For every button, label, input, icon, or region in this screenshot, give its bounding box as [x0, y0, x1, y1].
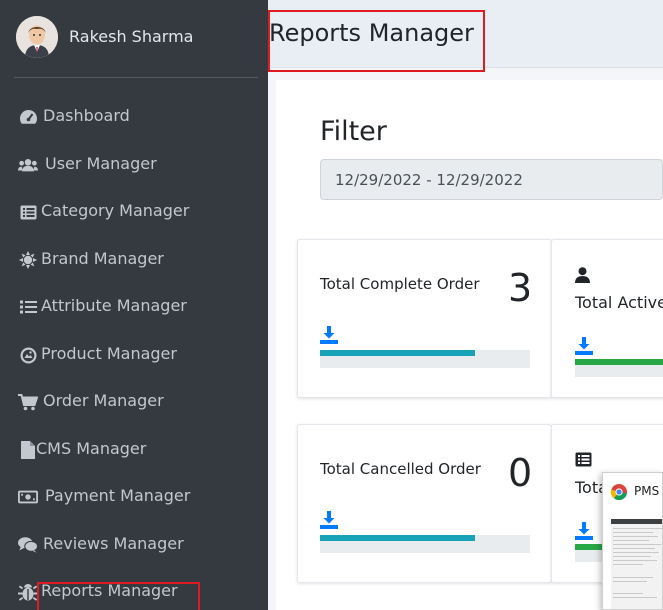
sidebar-item-label: CMS Manager	[36, 439, 147, 458]
download-icon[interactable]	[575, 522, 593, 544]
user-name[interactable]: Rakesh Sharma	[69, 27, 193, 46]
sidebar-item-brand-manager[interactable]: Brand Manager	[0, 240, 268, 280]
sidebar-item-dashboard[interactable]: Dashboard	[0, 97, 268, 137]
list-alt-icon	[575, 452, 592, 471]
stat-label: Total Cancelled Order	[320, 460, 481, 478]
download-icon[interactable]	[320, 511, 338, 533]
sidebar-item-attribute-manager[interactable]: Attribute Manager	[0, 287, 268, 327]
money-bill-icon	[18, 487, 38, 507]
stat-value: 3	[508, 266, 533, 310]
list-alt-icon	[18, 202, 38, 222]
filter-title: Filter	[320, 116, 387, 147]
date-range-value: 12/29/2022 - 12/29/2022	[335, 171, 523, 189]
progress-fill	[320, 350, 476, 356]
bug-icon	[18, 582, 38, 602]
user-panel[interactable]: Rakesh Sharma	[0, 0, 268, 78]
sun-icon	[18, 250, 38, 270]
progress-bar	[575, 359, 663, 377]
sidebar-item-label: Dashboard	[43, 106, 130, 125]
highlight-box-nav	[37, 582, 200, 610]
sidebar-item-user-manager[interactable]: User Manager	[0, 145, 268, 185]
sidebar-item-reviews-manager[interactable]: Reviews Manager	[0, 525, 268, 565]
stat-label: Total Complete Order	[320, 275, 480, 293]
date-range-input[interactable]: 12/29/2022 - 12/29/2022	[320, 159, 663, 200]
list-icon	[18, 297, 38, 317]
sidebar-item-order-manager[interactable]: Order Manager	[0, 382, 268, 422]
avatar[interactable]	[16, 16, 58, 58]
progress-fill	[320, 535, 476, 541]
highlight-box-title	[268, 10, 485, 72]
sidebar-item-label: Attribute Manager	[41, 296, 187, 315]
sidebar-item-label: Product Manager	[41, 344, 177, 363]
sidebar-item-label: Order Manager	[43, 391, 164, 410]
tachometer-icon	[18, 107, 38, 127]
users-icon	[18, 155, 38, 175]
sidebar-item-label: User Manager	[45, 154, 157, 173]
sidebar-item-cms-manager[interactable]: CMS Manager	[0, 430, 268, 470]
progress-bar	[320, 535, 530, 553]
browser-tab-preview[interactable]: PMS -	[602, 472, 663, 610]
chrome-icon	[610, 484, 627, 504]
stat-card-active: Total Active	[551, 239, 663, 398]
sidebar-item-label: Payment Manager	[45, 486, 191, 505]
shopping-cart-icon	[18, 392, 38, 412]
sidebar: Rakesh Sharma Dashboard User Manager Cat…	[0, 0, 268, 610]
sidebar-divider	[14, 77, 258, 78]
comments-icon	[18, 535, 38, 555]
progress-bar	[320, 350, 530, 368]
stat-value: 0	[508, 451, 533, 495]
stat-card-complete-order: Total Complete Order 3	[297, 239, 552, 398]
sidebar-item-category-manager[interactable]: Category Manager	[0, 192, 268, 232]
stat-label: Total Active	[575, 293, 663, 312]
download-icon[interactable]	[575, 337, 593, 359]
tab-preview-thumbnail	[611, 519, 662, 609]
user-icon	[575, 267, 590, 287]
sidebar-item-label: Category Manager	[41, 201, 190, 220]
sidebar-item-product-manager[interactable]: Product Manager	[0, 335, 268, 375]
download-icon[interactable]	[320, 326, 338, 348]
product-icon	[18, 345, 38, 365]
sidebar-item-label: Brand Manager	[41, 249, 164, 268]
sidebar-item-label: Reviews Manager	[43, 534, 184, 553]
progress-fill	[575, 359, 663, 365]
file-icon	[18, 440, 38, 460]
sidebar-item-payment-manager[interactable]: Payment Manager	[0, 477, 268, 517]
tab-preview-title: PMS -	[634, 484, 662, 498]
stat-card-cancelled-order: Total Cancelled Order 0	[297, 424, 552, 583]
